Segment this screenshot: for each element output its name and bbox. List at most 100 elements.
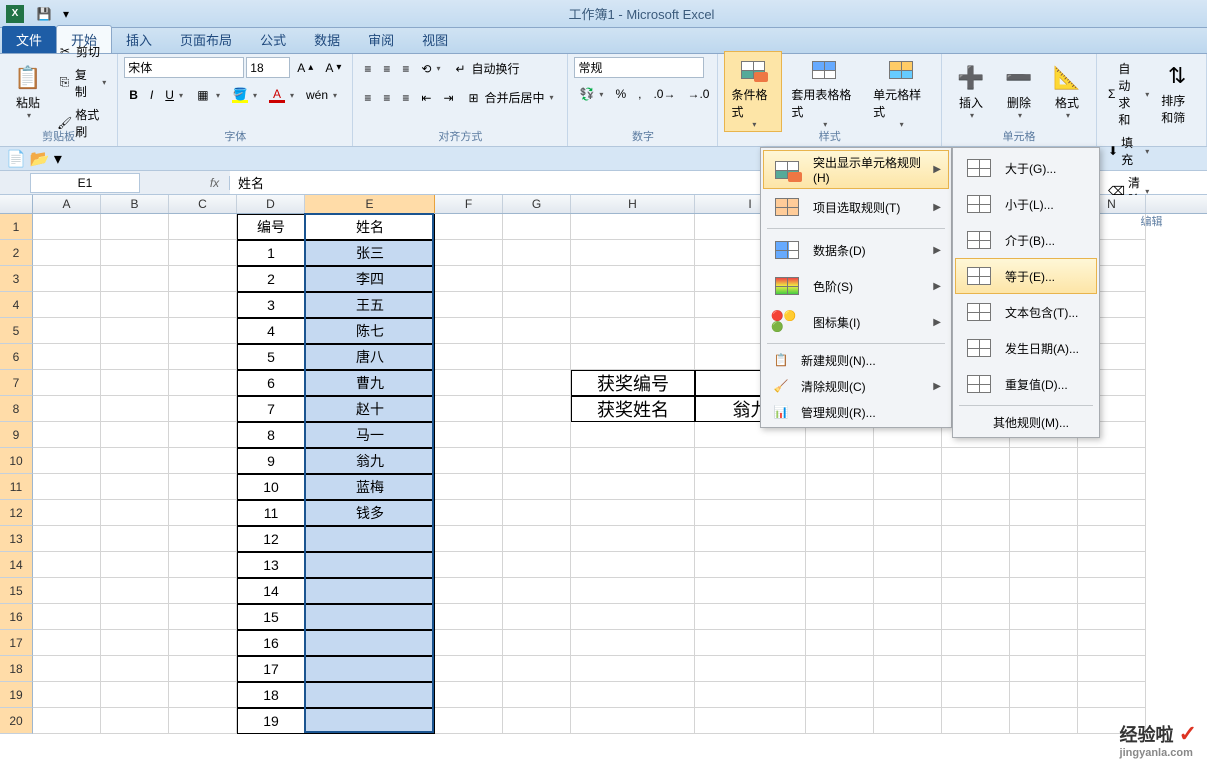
cell-B9[interactable] — [101, 422, 169, 448]
cell-E5[interactable]: 陈七 — [305, 318, 435, 344]
currency-button[interactable]: 💱▾ — [574, 84, 608, 104]
cell-G3[interactable] — [503, 266, 571, 292]
cell-D4[interactable]: 3 — [237, 292, 305, 318]
cell-N19[interactable] — [1078, 682, 1146, 708]
cell-M12[interactable] — [1010, 500, 1078, 526]
cell-A10[interactable] — [33, 448, 101, 474]
cell-H11[interactable] — [571, 474, 695, 500]
cell-G18[interactable] — [503, 656, 571, 682]
cell-H15[interactable] — [571, 578, 695, 604]
cell-H13[interactable] — [571, 526, 695, 552]
cut-button[interactable]: ✂剪切 — [52, 40, 111, 63]
copy-button[interactable]: ⎘复制▾ — [52, 63, 111, 103]
cell-E8[interactable]: 赵十 — [305, 396, 435, 422]
cell-M17[interactable] — [1010, 630, 1078, 656]
cell-H5[interactable] — [571, 318, 695, 344]
cell-E20[interactable] — [305, 708, 435, 734]
col-header-A[interactable]: A — [33, 195, 101, 213]
cell-J20[interactable] — [806, 708, 874, 734]
submenu-less[interactable]: 小于(L)... — [955, 186, 1097, 222]
cell-I14[interactable] — [695, 552, 806, 578]
cell-D12[interactable]: 11 — [237, 500, 305, 526]
cell-B8[interactable] — [101, 396, 169, 422]
menu-top-rules[interactable]: 项目选取规则(T) ▶ — [763, 189, 949, 225]
italic-button[interactable]: I — [145, 85, 158, 105]
font-color-button[interactable]: A▾ — [264, 84, 299, 106]
qat-save-icon[interactable]: 💾 — [34, 4, 54, 24]
cell-E3[interactable]: 李四 — [305, 266, 435, 292]
cell-I12[interactable] — [695, 500, 806, 526]
align-left-button[interactable]: ≡ — [359, 88, 376, 108]
qat-dropdown2-icon[interactable]: ▾ — [54, 149, 62, 169]
cell-K19[interactable] — [874, 682, 942, 708]
qat-dropdown-icon[interactable]: ▾ — [56, 4, 76, 24]
grow-font-button[interactable]: A▴ — [292, 58, 318, 78]
cell-J11[interactable] — [806, 474, 874, 500]
bold-button[interactable]: B — [124, 85, 143, 105]
cell-C20[interactable] — [169, 708, 237, 734]
percent-button[interactable]: % — [610, 84, 631, 104]
cell-J10[interactable] — [806, 448, 874, 474]
cell-F16[interactable] — [435, 604, 503, 630]
cell-B5[interactable] — [101, 318, 169, 344]
cell-H10[interactable] — [571, 448, 695, 474]
cell-G20[interactable] — [503, 708, 571, 734]
cell-H7[interactable]: 获奖编号 — [571, 370, 695, 396]
submenu-text-contains[interactable]: 文本包含(T)... — [955, 294, 1097, 330]
cell-A19[interactable] — [33, 682, 101, 708]
cell-L14[interactable] — [942, 552, 1010, 578]
cell-H12[interactable] — [571, 500, 695, 526]
cell-A16[interactable] — [33, 604, 101, 630]
comma-button[interactable]: , — [633, 84, 646, 104]
cell-F15[interactable] — [435, 578, 503, 604]
cell-H4[interactable] — [571, 292, 695, 318]
row-header-4[interactable]: 4 — [0, 292, 33, 318]
cell-G13[interactable] — [503, 526, 571, 552]
row-header-6[interactable]: 6 — [0, 344, 33, 370]
cell-G10[interactable] — [503, 448, 571, 474]
cell-A4[interactable] — [33, 292, 101, 318]
cell-K15[interactable] — [874, 578, 942, 604]
row-header-15[interactable]: 15 — [0, 578, 33, 604]
cell-B18[interactable] — [101, 656, 169, 682]
cell-B1[interactable] — [101, 214, 169, 240]
cell-E4[interactable]: 王五 — [305, 292, 435, 318]
cell-C12[interactable] — [169, 500, 237, 526]
merge-center-button[interactable]: ⊞合并后居中▾ — [461, 86, 559, 109]
cell-F9[interactable] — [435, 422, 503, 448]
cell-style-button[interactable]: 单元格样式▾ — [866, 51, 935, 132]
cell-K10[interactable] — [874, 448, 942, 474]
cell-N10[interactable] — [1078, 448, 1146, 474]
cell-E2[interactable]: 张三 — [305, 240, 435, 266]
cell-N11[interactable] — [1078, 474, 1146, 500]
cell-E15[interactable] — [305, 578, 435, 604]
cell-N13[interactable] — [1078, 526, 1146, 552]
cell-B13[interactable] — [101, 526, 169, 552]
cell-G4[interactable] — [503, 292, 571, 318]
cell-E11[interactable]: 蓝梅 — [305, 474, 435, 500]
cell-B19[interactable] — [101, 682, 169, 708]
cell-F17[interactable] — [435, 630, 503, 656]
cell-A12[interactable] — [33, 500, 101, 526]
cell-M14[interactable] — [1010, 552, 1078, 578]
font-size-select[interactable] — [246, 57, 290, 78]
cell-F5[interactable] — [435, 318, 503, 344]
name-box[interactable] — [30, 173, 140, 193]
cell-M10[interactable] — [1010, 448, 1078, 474]
cell-B14[interactable] — [101, 552, 169, 578]
cell-H1[interactable] — [571, 214, 695, 240]
cell-A5[interactable] — [33, 318, 101, 344]
cell-L16[interactable] — [942, 604, 1010, 630]
menu-color-scales[interactable]: 色阶(S) ▶ — [763, 268, 949, 304]
cell-M20[interactable] — [1010, 708, 1078, 734]
cell-H20[interactable] — [571, 708, 695, 734]
cell-D7[interactable]: 6 — [237, 370, 305, 396]
sort-filter-button[interactable]: ⇅排序和筛 — [1154, 57, 1200, 211]
cell-J17[interactable] — [806, 630, 874, 656]
align-bottom-button[interactable]: ≡ — [397, 59, 414, 79]
row-header-18[interactable]: 18 — [0, 656, 33, 682]
cell-H17[interactable] — [571, 630, 695, 656]
cell-G7[interactable] — [503, 370, 571, 396]
cell-G5[interactable] — [503, 318, 571, 344]
cell-A14[interactable] — [33, 552, 101, 578]
